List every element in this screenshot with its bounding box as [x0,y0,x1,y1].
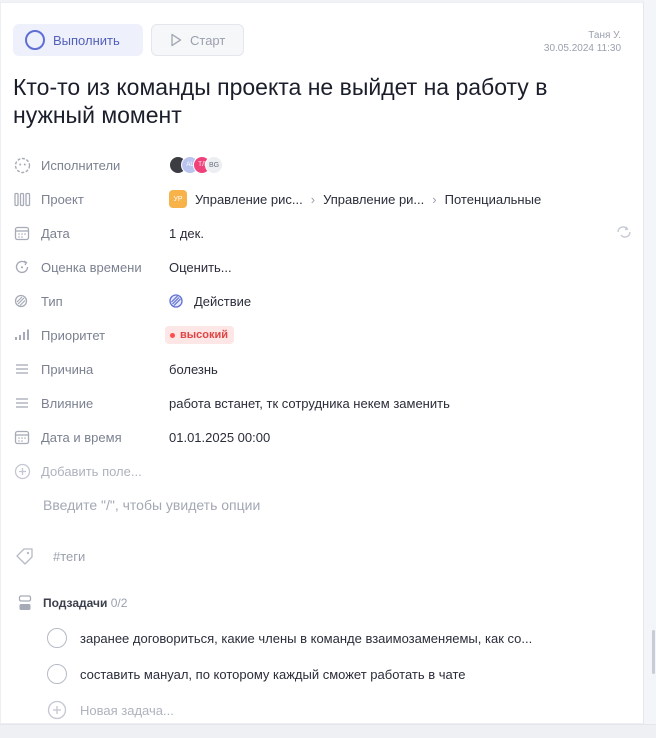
prop-assignees-label: Исполнители [41,157,121,173]
assignee-face-icon [13,156,31,174]
prop-datetime-value[interactable]: 01.01.2025 00:00 [169,430,270,445]
plus-circle-icon [13,462,31,480]
prop-date-value[interactable]: 1 дек. [169,226,204,241]
subtask-checkbox[interactable] [47,628,67,648]
priority-badge[interactable]: высокий [165,326,235,344]
prop-date-label: Дата [41,225,70,241]
task-toolbar: Выполнить Старт [13,24,244,56]
new-subtask-input[interactable]: Новая задача... [80,703,174,718]
prop-type[interactable]: Тип Действие [13,284,633,318]
subtask-item[interactable]: составить мануал, по которому каждый смо… [47,664,466,684]
author-info: Таня У. 30.05.2024 11:30 [544,29,621,55]
subtasks-label: Подзадачи [43,596,108,610]
prop-impact[interactable]: Влияние работа встанет, тк сотрудника не… [13,386,633,420]
complete-button-label: Выполнить [53,32,120,48]
description-editor[interactable]: Введите "/", чтобы увидеть опции [43,497,260,513]
start-button[interactable]: Старт [151,24,244,56]
scrollbar-thumb[interactable] [652,630,655,674]
breadcrumb-item[interactable]: Потенциальные [445,192,542,207]
add-field-row[interactable]: Добавить поле... [13,454,633,488]
tags-row[interactable]: #теги [15,547,85,565]
text-lines-icon [13,360,31,378]
author-name: Таня У. [588,30,621,41]
signal-bars-icon [13,326,31,344]
chevron-right-icon: › [432,191,437,207]
prop-impact-label: Влияние [41,395,94,411]
project-board-icon [13,190,31,208]
add-field-button[interactable]: Добавить поле... [41,464,142,479]
prop-priority-label: Приоритет [41,327,106,343]
subtasks-icon [18,595,32,610]
prop-type-value-wrap[interactable]: Действие [169,293,251,309]
project-badge: УР [169,190,187,208]
prop-type-value: Действие [194,293,252,309]
prop-estimate-value[interactable]: Оценить... [169,260,232,275]
subtask-title[interactable]: заранее договориться, какие члены в кома… [80,631,532,646]
plus-circle-icon [47,700,67,720]
subtasks-count: 0/2 [110,596,128,610]
breadcrumb-item[interactable]: Управление ри... [323,192,424,207]
subtask-checkbox[interactable] [47,664,67,684]
task-title[interactable]: Кто-то из команды проекта не выйдет на р… [13,73,633,129]
scroll-track [644,0,656,738]
prop-reason-value[interactable]: болезнь [169,362,218,377]
tag-icon [16,548,33,565]
new-subtask-row[interactable]: Новая задача... [47,700,174,720]
priority-value: высокий [180,329,229,341]
refresh-clock-icon [13,258,31,276]
prop-reason[interactable]: Причина болезнь [13,352,633,386]
play-icon [171,33,182,47]
prop-assignees[interactable]: Исполнители AL TЛ BG [13,148,633,182]
complete-circle-icon [25,30,45,50]
type-icon [13,292,31,310]
prop-date[interactable]: Дата 1 дек. [13,216,633,250]
prop-reason-label: Причина [41,361,94,377]
subtask-title[interactable]: составить мануал, по которому каждый смо… [80,667,466,682]
text-lines-icon [13,394,31,412]
assignee-avatars[interactable]: AL TЛ BG [169,156,223,174]
complete-button[interactable]: Выполнить [13,24,143,56]
start-button-label: Старт [190,32,226,48]
prop-datetime-label: Дата и время [41,429,122,445]
chevron-right-icon: › [310,191,316,207]
subtask-item[interactable]: заранее договориться, какие члены в кома… [47,628,532,648]
prop-datetime[interactable]: Дата и время 01.01.2025 00:00 [13,420,633,454]
avatar[interactable]: BG [205,156,223,174]
project-breadcrumb[interactable]: УР Управление рис... › Управление ри... … [169,190,541,208]
author-timestamp: 30.05.2024 11:30 [543,43,621,54]
prop-project-label: Проект [41,191,84,207]
prop-type-label: Тип [41,293,63,309]
breadcrumb-item[interactable]: Управление рис... [195,192,303,207]
prop-estimate[interactable]: Оценка времени Оценить... [13,250,633,284]
prop-priority[interactable]: Приоритет высокий [13,318,633,352]
task-properties: Исполнители AL TЛ BG Проект УР Управлени… [13,148,633,488]
calendar-icon [13,224,31,242]
prop-estimate-label: Оценка времени [41,259,142,275]
action-icon [169,294,183,308]
prop-project[interactable]: Проект УР Управление рис... › Управление… [13,182,633,216]
repeat-icon[interactable] [615,225,633,244]
calendar-icon [13,428,31,446]
bottom-bar [0,724,656,738]
priority-dot-icon [170,332,175,338]
tags-input[interactable]: #теги [53,549,85,564]
subtasks-header[interactable]: Подзадачи 0/2 [18,595,127,611]
prop-impact-value[interactable]: работа встанет, тк сотрудника некем заме… [169,396,450,411]
task-card: Выполнить Старт Таня У. 30.05.2024 11:30… [0,2,644,724]
